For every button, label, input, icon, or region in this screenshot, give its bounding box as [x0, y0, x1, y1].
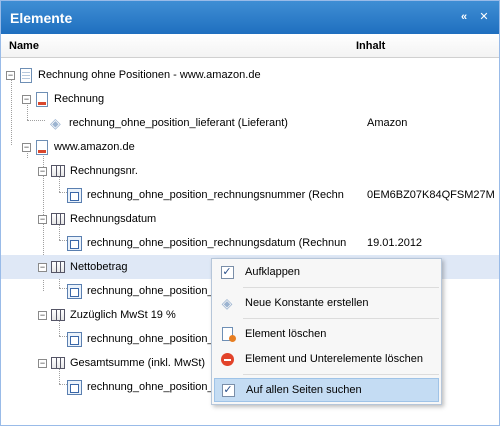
delete-icon [219, 351, 235, 367]
tree-node-label: rechnung_ohne_position_lieferant (Liefer… [69, 117, 288, 129]
collapse-toggle[interactable]: − [22, 94, 31, 104]
tree-node-label: Rechnungsnr. [70, 165, 138, 177]
tree-node-label: Gesamtsumme (inkl. MwSt) [70, 357, 206, 369]
tree-row[interactable]: rechnung_ohne_position_rechnungsnummer (… [1, 183, 499, 207]
menu-item-search-all-pages[interactable]: ✓ Auf allen Seiten suchen [214, 378, 439, 402]
menu-item-label: Element löschen [245, 328, 327, 340]
menu-item-delete-with-children[interactable]: Element und Unterelemente löschen [214, 347, 439, 371]
menu-separator [243, 318, 439, 319]
tag-icon: ◈ [221, 294, 233, 311]
menu-item-label: Neue Konstante erstellen [245, 297, 369, 309]
context-menu: ✓ Aufklappen ◈ Neue Konstante erstellen … [211, 258, 442, 405]
tree-row[interactable]: − Rechnung ohne Positionen - www.amazon.… [1, 63, 499, 87]
elements-panel: Elemente « ✕ Name Inhalt − Rechnung ohne… [0, 0, 500, 426]
tree-row[interactable]: − Rechnung [1, 87, 499, 111]
field-icon [67, 187, 82, 203]
checkbox-icon: ✓ [221, 383, 235, 397]
menu-item-delete-element[interactable]: Element löschen [214, 322, 439, 346]
collapse-all-icon[interactable]: « [457, 10, 471, 24]
collapse-toggle[interactable]: − [38, 214, 47, 224]
menu-item-label: Auf allen Seiten suchen [246, 384, 362, 396]
collapse-toggle[interactable]: − [38, 310, 47, 320]
tree-node-value: Amazon [367, 117, 408, 129]
collapse-toggle[interactable]: − [38, 166, 47, 176]
tree-node-label: Zuzüglich MwSt 19 % [70, 309, 176, 321]
collapse-toggle[interactable]: − [6, 70, 15, 80]
document-delete-icon [219, 326, 236, 342]
menu-item-label: Aufklappen [245, 266, 301, 278]
table-icon [51, 213, 65, 225]
menu-separator [243, 374, 439, 375]
tree-node-label: rechnung_ohne_position_ [87, 333, 214, 345]
table-icon [51, 357, 65, 369]
checkbox-icon: ✓ [220, 265, 234, 279]
tree-row[interactable]: ◈ rechnung_ohne_position_lieferant (Lief… [1, 111, 499, 135]
tree-node-label: rechnung_ohne_position_rechnungsdatum (R… [87, 237, 347, 249]
column-content-header[interactable]: Inhalt [356, 40, 385, 52]
table-icon [51, 261, 65, 273]
tree-node-label: Rechnung [54, 93, 105, 105]
column-header: Name Inhalt [1, 34, 499, 58]
tree-node-label: rechnung_ohne_position_ [87, 285, 214, 297]
document-icon [20, 67, 32, 83]
tree-node-value: 19.01.2012 [367, 237, 423, 249]
tree-node-value: 0EM6BZ07K84QFSM27M... [367, 189, 495, 201]
tree-node-label: Nettobetrag [70, 261, 128, 273]
invoice-document-icon [36, 91, 48, 107]
collapse-toggle[interactable]: − [22, 142, 31, 152]
tree-row[interactable]: − Rechnungsdatum [1, 207, 499, 231]
tree-row[interactable]: rechnung_ohne_position_rechnungsdatum (R… [1, 231, 499, 255]
tree-row[interactable]: − www.amazon.de [1, 135, 499, 159]
tree-row[interactable]: − Rechnungsnr. [1, 159, 499, 183]
collapse-toggle[interactable]: − [38, 262, 47, 272]
table-icon [51, 165, 65, 177]
field-icon [67, 235, 82, 251]
tree-node-label: www.amazon.de [54, 141, 135, 153]
tree-node-label: rechnung_ohne_position_ [87, 381, 214, 393]
tree-node-label: Rechnungsdatum [70, 213, 157, 225]
close-icon[interactable]: ✕ [477, 10, 491, 24]
tree-node-label: Rechnung ohne Positionen - www.amazon.de [38, 69, 261, 81]
page-document-icon [36, 139, 48, 155]
menu-item-expand[interactable]: ✓ Aufklappen [214, 260, 439, 284]
constant-tag-icon: ◈ [50, 115, 61, 131]
panel-tools: « ✕ [457, 10, 491, 24]
field-icon [67, 331, 82, 347]
field-icon [67, 379, 82, 395]
menu-separator [243, 287, 439, 288]
tree-node-label: rechnung_ohne_position_rechnungsnummer (… [87, 189, 344, 201]
column-name-header[interactable]: Name [9, 40, 39, 52]
panel-header: Elemente « ✕ [1, 1, 499, 34]
collapse-toggle[interactable]: − [38, 358, 47, 368]
table-icon [51, 309, 65, 321]
field-icon [67, 283, 82, 299]
panel-title: Elemente [10, 9, 73, 26]
menu-item-new-constant[interactable]: ◈ Neue Konstante erstellen [214, 291, 439, 315]
menu-item-label: Element und Unterelemente löschen [245, 353, 423, 365]
